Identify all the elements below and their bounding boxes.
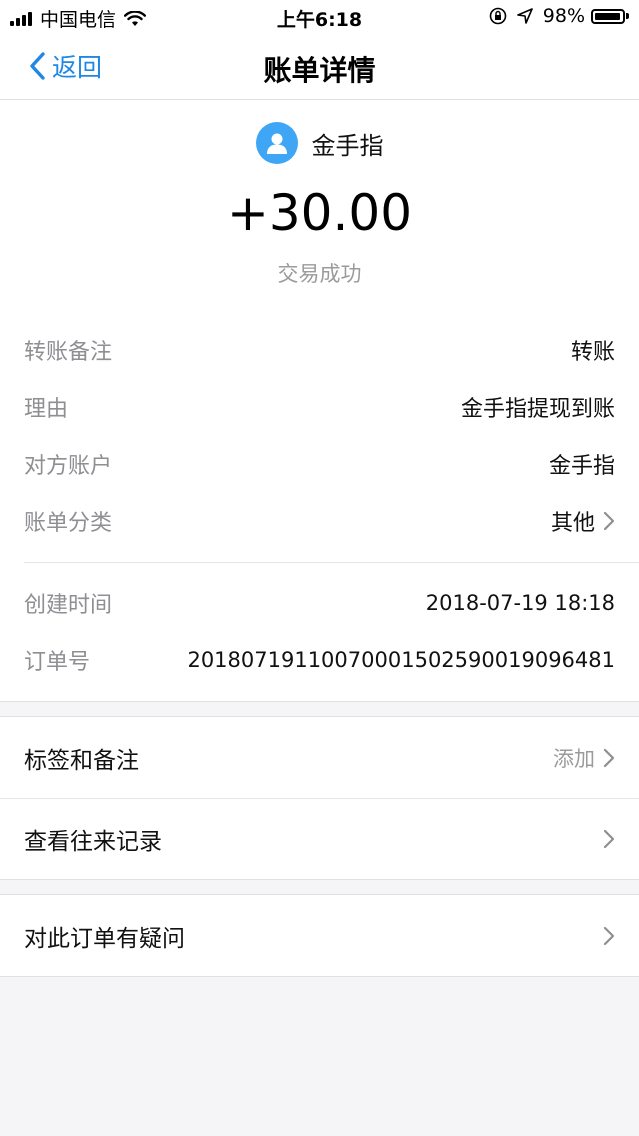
field-value: 金手指提现到账 (460, 397, 615, 422)
battery-icon (591, 8, 629, 24)
avatar (255, 122, 298, 164)
field-value: 20180719110070001502590019096481 (187, 648, 615, 672)
order-question-item[interactable]: 对此订单有疑问 (0, 895, 639, 976)
field-row-reason: 理由 金手指提现到账 (24, 387, 615, 427)
help-section: 对此订单有疑问 (0, 894, 639, 977)
list-item-right (595, 926, 615, 946)
field-value: 2018-07-19 18:18 (425, 591, 615, 615)
battery-fill (595, 12, 621, 20)
list-item-right: 添加 (553, 743, 615, 773)
list-item-label: 对此订单有疑问 (24, 925, 185, 952)
field-value: 转账 (570, 340, 615, 365)
tags-and-notes-item[interactable]: 标签和备注 添加 (0, 717, 639, 798)
payer: 金手指 (0, 122, 639, 164)
list-item-right (595, 829, 615, 849)
battery-percent: 98% (542, 5, 585, 27)
field-row-remark: 转账备注 转账 (24, 330, 615, 370)
field-row-counterparty: 对方账户 金手指 (24, 444, 615, 484)
field-label: 理由 (24, 397, 69, 422)
actions-section: 标签和备注 添加 查看往来记录 (0, 716, 639, 880)
chevron-right-icon (603, 748, 615, 767)
user-icon (266, 133, 287, 154)
field-label: 对方账户 (24, 454, 113, 479)
field-value: 其他 (550, 511, 595, 536)
trade-status: 交易成功 (277, 262, 362, 286)
field-label: 订单号 (24, 650, 91, 675)
field-row-created: 创建时间 2018-07-19 18:18 (24, 583, 615, 623)
field-row-category[interactable]: 账单分类 其他 (24, 501, 615, 541)
field-label: 转账备注 (24, 340, 113, 365)
add-hint: 添加 (553, 746, 595, 771)
category-value: 其他 (551, 505, 615, 537)
divider (24, 562, 639, 563)
payer-name: 金手指 (311, 131, 384, 160)
field-row-order-number: 订单号 20180719110070001502590019096481 (24, 640, 615, 680)
bill-detail-card: 金手指 +30.00 交易成功 转账备注 转账 理由 金手指提现到账 对方账户 … (0, 100, 639, 702)
view-history-item[interactable]: 查看往来记录 (0, 798, 639, 879)
field-label: 创建时间 (24, 593, 113, 618)
list-item-label: 标签和备注 (24, 747, 139, 774)
list-item-label: 查看往来记录 (24, 829, 162, 855)
amount: +30.00 (226, 184, 413, 242)
nav-bar: 返回 账单详情 (0, 32, 639, 100)
chevron-right-icon (603, 829, 615, 849)
status-bar: 中国电信 上午6:18 98% (0, 0, 639, 32)
location-icon (516, 8, 533, 24)
chevron-right-icon (603, 511, 615, 531)
orientation-lock-icon (489, 7, 507, 25)
page-title: 账单详情 (263, 54, 376, 87)
status-right: 98% (489, 5, 629, 27)
field-value: 金手指 (548, 454, 615, 479)
field-label: 账单分类 (24, 511, 113, 536)
chevron-right-icon (603, 926, 615, 945)
